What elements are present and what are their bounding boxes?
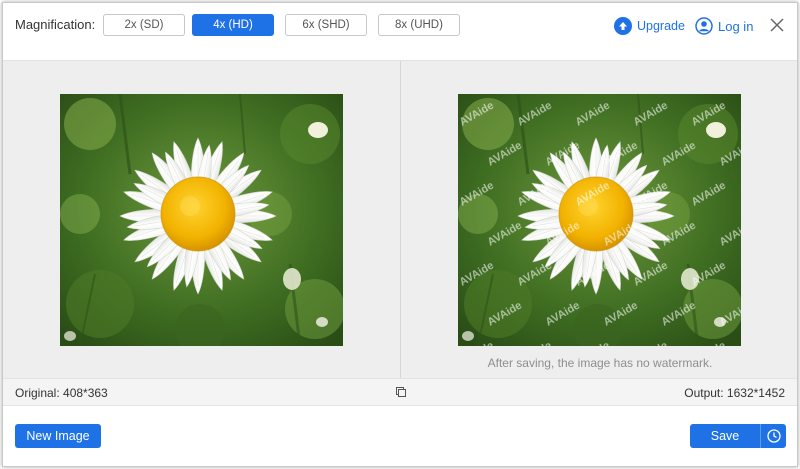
magnification-8x-button[interactable]: 8x (UHD)	[378, 14, 460, 36]
upgrade-link[interactable]: Upgrade	[614, 15, 685, 37]
compare-toggle-icon[interactable]	[396, 387, 406, 397]
magnification-label: Magnification:	[15, 17, 96, 32]
original-resolution: Original: 408*363	[15, 386, 108, 400]
watermark-note: After saving, the image has no watermark…	[487, 356, 713, 370]
close-icon[interactable]	[768, 16, 786, 34]
upscaled-preview-image: AVAide AVAide AVAide AVAide AVAide AVAide AVAi…	[458, 94, 741, 346]
upgrade-arrow-icon	[614, 17, 632, 35]
history-button[interactable]	[760, 424, 786, 448]
magnification-4x-button[interactable]: 4x (HD)	[192, 14, 274, 36]
login-link[interactable]: Log in	[695, 15, 753, 37]
comparison-area: AVAide AVAide AVAide AVAide AVAide AVAide AVAi…	[3, 60, 797, 378]
user-icon	[695, 17, 713, 35]
resolution-info-bar: Original: 408*363 Output: 1632*1452	[3, 378, 797, 406]
image-upscaler-dialog: Magnification: 2x (SD) 4x (HD) 6x (SHD) …	[2, 2, 798, 467]
clock-icon	[766, 429, 781, 443]
magnification-6x-button[interactable]: 6x (SHD)	[285, 14, 367, 36]
upgrade-label: Upgrade	[637, 19, 685, 33]
comparison-divider[interactable]	[400, 61, 401, 378]
new-image-button[interactable]: New Image	[15, 424, 101, 448]
original-image	[60, 94, 343, 346]
login-label: Log in	[718, 18, 754, 34]
save-button[interactable]: Save	[690, 424, 760, 448]
toolbar: Magnification: 2x (SD) 4x (HD) 6x (SHD) …	[3, 3, 797, 60]
output-resolution: Output: 1632*1452	[684, 386, 785, 400]
magnification-2x-button[interactable]: 2x (SD)	[103, 14, 185, 36]
